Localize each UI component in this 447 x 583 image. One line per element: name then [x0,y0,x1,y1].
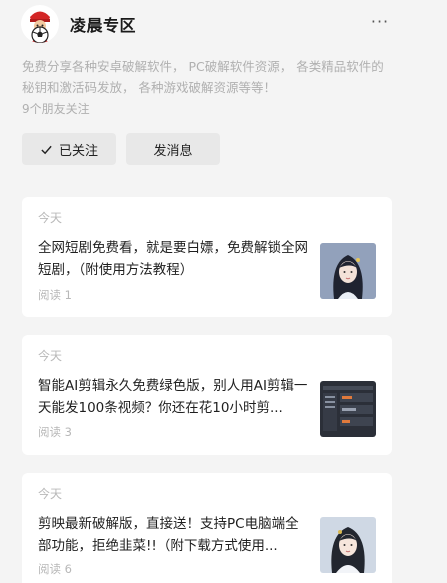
article-thumbnail[interactable] [320,517,376,573]
followed-button-label: 已关注 [58,143,98,159]
more-options-icon[interactable]: ··· [370,12,390,32]
article-read-count: 阅读 1 [38,288,72,302]
article-read-count: 阅读 3 [38,425,72,439]
article-card[interactable]: 今天 剪映最新破解版，直接送！支持PC电脑端全部功能，拒绝韭菜!!（附下载方式使… [22,473,392,583]
send-message-button[interactable]: 发消息 [126,133,220,165]
account-name: 凌晨专区 [70,16,137,35]
article-title[interactable]: 剪映最新破解版，直接送！支持PC电脑端全部功能，拒绝韭菜!!（附下载方式使用..… [38,513,310,557]
friends-following-count: 9个朋友关注 [22,102,90,116]
followed-button[interactable]: 已关注 [22,133,116,165]
article-read-count: 阅读 6 [38,562,72,576]
article-thumbnail[interactable] [320,243,376,299]
article-card[interactable]: 今天 全网短剧免费看，就是要白嫖，免费解锁全网短剧，（附使用方法教程） 阅读 1 [22,197,392,317]
checkmark-icon [41,145,52,154]
article-title[interactable]: 全网短剧免费看，就是要白嫖，免费解锁全网短剧，（附使用方法教程） [38,237,310,281]
portrait-thumbnail-icon [320,517,376,573]
send-message-button-label: 发消息 [153,143,193,159]
article-card[interactable]: 今天 智能AI剪辑永久免费绿色版，别人用AI剪辑一天能发100条视频？你还在花1… [22,335,392,455]
soccer-player-icon [21,5,59,43]
account-header: 凌晨专区 ··· [0,0,447,52]
account-intro: 免费分享各种安卓破解软件， PC破解软件资源， 各类精品软件的秘钥和激活码发放，… [22,59,384,95]
account-avatar[interactable] [21,5,59,43]
article-date: 今天 [38,211,63,225]
article-thumbnail[interactable] [320,381,376,437]
article-title[interactable]: 智能AI剪辑永久免费绿色版，别人用AI剪辑一天能发100条视频？你还在花10小时… [38,375,310,419]
portrait-thumbnail-icon [320,243,376,299]
article-date: 今天 [38,487,63,501]
app-screenshot-thumbnail-icon [320,381,376,437]
article-date: 今天 [38,349,63,363]
